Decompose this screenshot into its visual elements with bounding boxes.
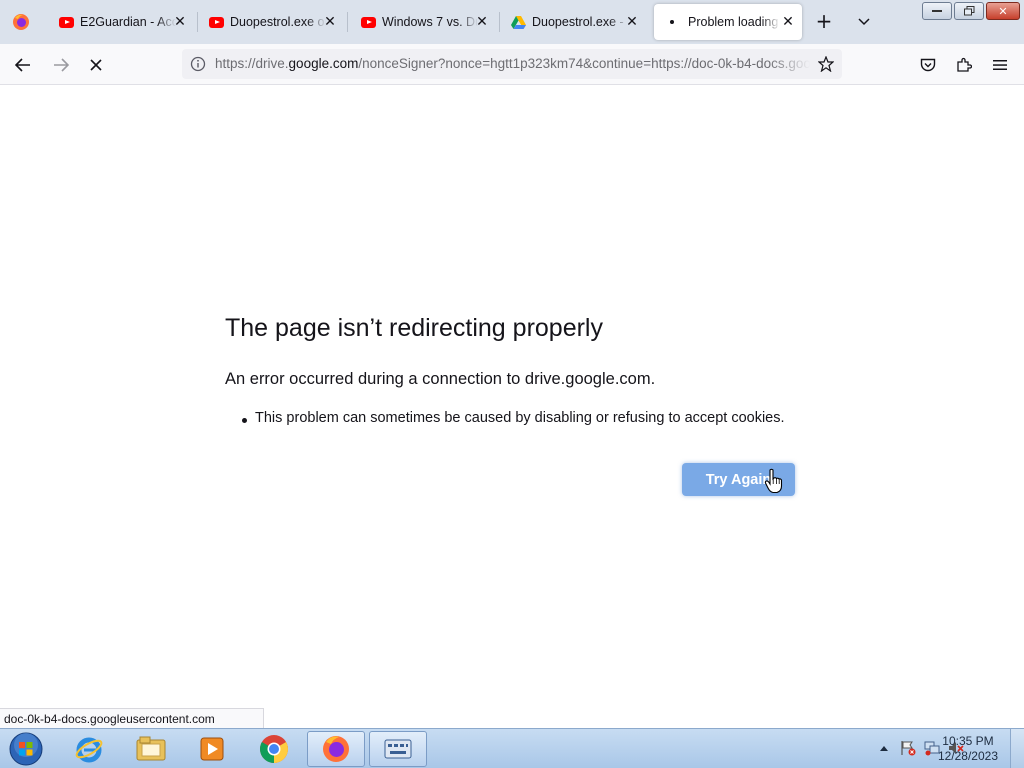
flag-icon <box>901 741 916 756</box>
youtube-icon <box>58 14 74 30</box>
stop-icon <box>90 59 102 71</box>
status-bar: doc-0k-b4-docs.googleusercontent.com <box>0 708 264 729</box>
window-controls: ✕ <box>922 2 1020 20</box>
on-screen-keyboard-icon <box>384 739 412 759</box>
taskbar-clock[interactable]: 10:35 PM 12/28/2023 <box>938 734 998 764</box>
tab-duopestrol-youtube[interactable]: Duopestrol.exe on ✕ <box>198 4 344 40</box>
close-icon[interactable]: ✕ <box>474 14 490 30</box>
restore-button[interactable] <box>954 2 984 20</box>
error-title: The page isn’t redirecting properly <box>225 314 603 342</box>
tab-e2guardian[interactable]: E2Guardian - Access Denied ✕ <box>48 4 194 40</box>
folder-icon <box>136 736 166 761</box>
minimize-icon <box>932 10 942 12</box>
hand-cursor-icon <box>764 468 783 494</box>
tab-divider <box>347 12 348 32</box>
restore-icon <box>963 6 974 16</box>
windows-taskbar: 10:35 PM 12/28/2023 <box>0 728 1024 768</box>
close-window-button[interactable]: ✕ <box>986 2 1020 20</box>
error-hint-item: This problem can sometimes be caused by … <box>242 410 785 426</box>
taskbar-internet-explorer[interactable] <box>60 731 118 767</box>
taskbar-chrome[interactable] <box>245 731 303 767</box>
firefox-icon <box>13 14 29 30</box>
tab-title: Duopestrol.exe on <box>230 15 326 29</box>
youtube-icon <box>360 14 376 30</box>
chevron-down-icon <box>858 18 870 26</box>
url-text[interactable]: https://drive.google.com/nonceSigner?non… <box>215 56 810 71</box>
show-hidden-icons-button[interactable] <box>876 740 892 756</box>
close-icon[interactable]: ✕ <box>780 14 796 30</box>
arrow-right-icon <box>54 58 69 72</box>
loading-dot-icon <box>664 14 680 30</box>
forward-button[interactable] <box>48 52 74 78</box>
app-menu-button[interactable] <box>987 52 1013 78</box>
taskbar-keyboard-app[interactable] <box>369 731 427 767</box>
navigation-toolbar: https://drive.google.com/nonceSigner?non… <box>0 44 1024 85</box>
tab-title: Problem loading page <box>688 15 780 29</box>
url-prefix: https://drive. <box>215 56 289 71</box>
chrome-icon <box>260 735 288 763</box>
error-page: The page isn’t redirecting properly An e… <box>0 85 1024 728</box>
tab-title: Duopestrol.exe - Google Drive <box>532 15 628 29</box>
taskbar-firefox[interactable] <box>307 731 365 767</box>
windows-logo-icon <box>9 732 43 766</box>
taskbar-file-explorer[interactable] <box>122 731 180 767</box>
pocket-button[interactable] <box>915 52 941 78</box>
error-description: An error occurred during a connection to… <box>225 370 656 388</box>
clock-time: 10:35 PM <box>942 734 994 748</box>
clock-date: 12/28/2023 <box>937 749 998 763</box>
close-icon: ✕ <box>998 4 1008 18</box>
close-icon[interactable]: ✕ <box>322 14 338 30</box>
tab-windows7-vs[interactable]: Windows 7 vs. Du ✕ <box>350 4 496 40</box>
star-icon <box>818 56 834 72</box>
start-button[interactable] <box>6 731 46 767</box>
youtube-icon <box>208 14 224 30</box>
tab-title: E2Guardian - Access Denied <box>80 15 176 29</box>
url-host: google.com <box>288 56 359 71</box>
site-info-icon[interactable] <box>190 56 206 72</box>
address-bar[interactable]: https://drive.google.com/nonceSigner?non… <box>182 49 842 79</box>
puzzle-piece-icon <box>957 57 972 72</box>
tab-title: Windows 7 vs. Du <box>382 15 478 29</box>
show-desktop-button[interactable] <box>1010 729 1024 768</box>
google-drive-icon <box>510 14 526 30</box>
url-path: /nonceSigner?nonce=hgtt1p323km74&continu… <box>358 56 810 71</box>
minimize-button[interactable] <box>922 2 952 20</box>
tab-problem-loading[interactable]: Problem loading page ✕ <box>654 4 802 40</box>
bookmark-button[interactable] <box>816 54 836 74</box>
firefox-icon <box>323 736 349 762</box>
arrow-left-icon <box>15 58 30 72</box>
error-hints: This problem can sometimes be caused by … <box>242 410 785 426</box>
hamburger-menu-icon <box>993 60 1007 70</box>
pocket-icon <box>920 58 936 71</box>
tab-strip: E2Guardian - Access Denied ✕ Duopestrol.… <box>0 0 1024 44</box>
stop-button[interactable] <box>83 52 109 78</box>
firefox-view-button[interactable] <box>0 0 42 44</box>
tab-duopestrol-drive[interactable]: Duopestrol.exe - Google Drive ✕ <box>500 4 646 40</box>
action-center-flag-icon[interactable] <box>900 740 916 756</box>
internet-explorer-icon <box>75 737 103 763</box>
new-tab-button[interactable]: + <box>812 10 836 34</box>
taskbar-media-player[interactable] <box>183 731 241 767</box>
extensions-button[interactable] <box>951 52 977 78</box>
chevron-up-icon <box>880 746 888 751</box>
list-all-tabs-button[interactable] <box>852 10 876 34</box>
close-icon[interactable]: ✕ <box>624 14 640 30</box>
back-button[interactable] <box>10 52 36 78</box>
media-player-icon <box>200 737 224 761</box>
close-icon[interactable]: ✕ <box>172 14 188 30</box>
